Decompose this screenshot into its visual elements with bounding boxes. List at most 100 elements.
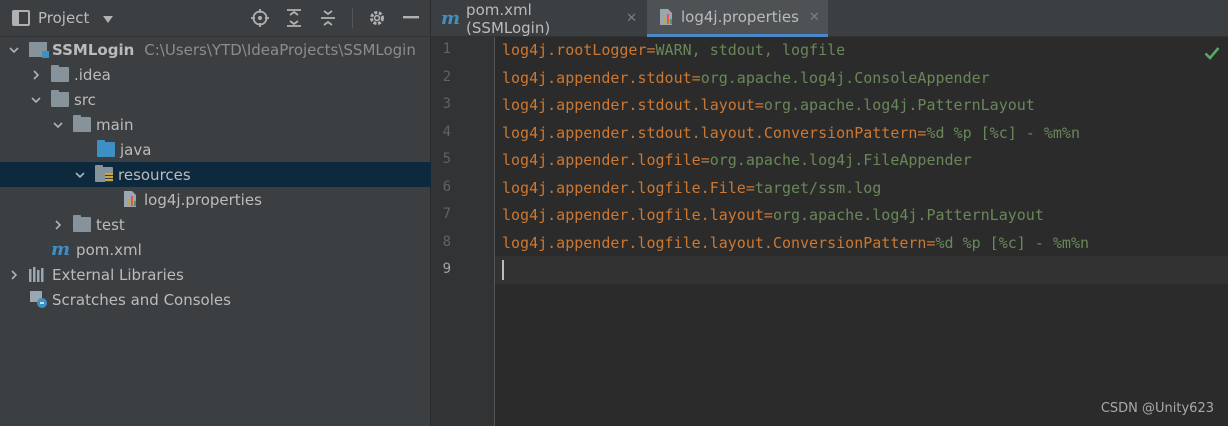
line-number: 7 xyxy=(442,206,451,222)
property-separator: = xyxy=(700,151,710,169)
project-title: Project xyxy=(38,9,90,27)
tree-item-label: test xyxy=(96,215,125,234)
tab-label: pom.xml (SSMLogin) xyxy=(466,0,551,37)
folder-icon xyxy=(73,215,91,232)
property-key: log4j.appender.stdout xyxy=(502,69,692,87)
tree-item-main[interactable]: main xyxy=(0,112,431,137)
close-icon[interactable]: ✕ xyxy=(626,11,637,26)
chevron-right-icon[interactable] xyxy=(9,269,19,280)
tab-label: log4j.properties xyxy=(681,8,799,26)
chevron-down-icon[interactable] xyxy=(31,95,41,105)
tree-item-label: src xyxy=(74,90,96,109)
tree-item-label: SSMLogin xyxy=(52,40,135,59)
chevron-down-icon xyxy=(103,15,114,23)
tab-log4j-properties[interactable]: log4j.properties ✕ xyxy=(647,0,828,37)
property-value: org.apache.log4j.PatternLayout xyxy=(763,96,1035,114)
toolbar-divider xyxy=(352,8,353,28)
resources-folder-icon xyxy=(95,165,113,182)
tree-item-label: java xyxy=(120,140,152,159)
code-line: log4j.appender.logfile=org.apache.log4j.… xyxy=(502,147,972,174)
close-icon[interactable]: ✕ xyxy=(809,10,820,25)
property-value: org.apache.log4j.FileAppender xyxy=(709,151,972,169)
collapse-all-icon[interactable] xyxy=(318,8,338,28)
property-value: %d %p [%c] - %m%n xyxy=(926,124,1080,142)
module-folder-icon xyxy=(29,42,49,58)
line-number: 4 xyxy=(442,124,451,140)
chevron-down-icon[interactable] xyxy=(75,170,85,180)
chevron-right-icon[interactable] xyxy=(31,69,41,80)
code-line: log4j.appender.logfile.File=target/ssm.l… xyxy=(502,175,881,202)
tree-item-path: C:\Users\YTD\IdeaProjects\SSMLogin xyxy=(144,40,416,59)
project-view-selector[interactable]: Project xyxy=(12,9,114,27)
watermark: CSDN @Unity623 xyxy=(1100,401,1214,416)
tree-item-label: main xyxy=(96,115,134,134)
maven-m-icon: m xyxy=(51,239,71,260)
tree-item-log4j-properties[interactable]: log4j.properties xyxy=(0,187,431,212)
line-number: 8 xyxy=(442,234,451,250)
line-number: 6 xyxy=(442,179,451,195)
tree-item-src[interactable]: src xyxy=(0,87,431,112)
tree-item-label: External Libraries xyxy=(52,265,184,284)
hide-panel-icon[interactable] xyxy=(401,8,421,28)
property-separator: = xyxy=(646,41,656,59)
tree-item-resources[interactable]: resources xyxy=(0,162,431,187)
folder-icon xyxy=(51,90,69,107)
tree-item-label: resources xyxy=(118,165,191,184)
tab-pom-xml[interactable]: m pom.xml (SSMLogin) ✕ xyxy=(431,0,647,37)
property-key: log4j.appender.logfile.File xyxy=(502,179,746,197)
maven-m-icon: m xyxy=(441,8,461,29)
tree-item-label: Scratches and Consoles xyxy=(52,290,231,309)
property-value: org.apache.log4j.ConsoleAppender xyxy=(700,69,990,87)
tree-item-label: log4j.properties xyxy=(144,190,262,209)
source-folder-icon xyxy=(97,140,115,157)
property-separator: = xyxy=(754,96,764,114)
tree-item-ssmlogin[interactable]: SSMLogin C:\Users\YTD\IdeaProjects\SSMLo… xyxy=(0,37,431,62)
tree-item-label: .idea xyxy=(74,65,111,84)
property-value: org.apache.log4j.PatternLayout xyxy=(772,206,1044,224)
property-separator: = xyxy=(691,69,701,87)
tree-item-scratches[interactable]: Scratches and Consoles xyxy=(0,287,431,312)
code-line: log4j.rootLogger=WARN, stdout, logfile xyxy=(502,37,845,64)
property-key: log4j.appender.logfile.layout.Conversion… xyxy=(502,234,927,252)
property-value: %d %p [%c] - %m%n xyxy=(935,234,1090,252)
line-number: 5 xyxy=(442,151,451,167)
line-number: 3 xyxy=(442,96,451,112)
tree-item-test[interactable]: test xyxy=(0,212,431,237)
folder-icon xyxy=(51,65,69,82)
property-value: WARN, stdout, logfile xyxy=(655,41,846,59)
gear-icon[interactable] xyxy=(367,8,387,28)
properties-file-icon xyxy=(121,191,139,207)
properties-file-icon xyxy=(657,8,675,26)
expand-all-icon[interactable] xyxy=(284,8,304,28)
editor-tab-bar: m pom.xml (SSMLogin) ✕ log4j.properties … xyxy=(431,0,1228,37)
property-key: log4j.appender.logfile xyxy=(502,151,701,169)
tree-item-external-libraries[interactable]: External Libraries xyxy=(0,262,431,287)
line-number: 1 xyxy=(442,41,451,57)
property-key: log4j.appender.stdout.layout xyxy=(502,96,755,114)
project-tool-window: Project SSMLogin C:\Users\YTD\IdeaProjec… xyxy=(0,0,431,426)
code-line: log4j.appender.logfile.layout=org.apache… xyxy=(502,202,1044,229)
property-separator: = xyxy=(763,206,773,224)
tree-item-label: pom.xml xyxy=(76,240,142,259)
tree-item-pom-xml[interactable]: m pom.xml xyxy=(0,237,431,262)
folder-icon xyxy=(73,115,91,132)
line-number: 9 xyxy=(442,261,451,277)
property-key: log4j.appender.stdout.layout.ConversionP… xyxy=(502,124,918,142)
code-editor[interactable]: log4j.rootLogger=WARN, stdout, logfile l… xyxy=(495,37,1228,426)
locate-target-icon[interactable] xyxy=(250,8,270,28)
libraries-icon xyxy=(29,267,47,282)
checkmark-icon[interactable] xyxy=(1204,45,1220,64)
project-header: Project xyxy=(0,0,431,37)
line-number-gutter[interactable]: 1 2 3 4 5 6 7 8 9 xyxy=(431,37,495,426)
code-line: log4j.appender.logfile.layout.Conversion… xyxy=(502,230,1089,257)
property-value: target/ssm.log xyxy=(754,179,882,197)
chevron-right-icon[interactable] xyxy=(53,219,63,230)
chevron-down-icon[interactable] xyxy=(9,45,19,55)
scratches-icon xyxy=(29,291,47,308)
property-key: log4j.rootLogger xyxy=(502,41,647,59)
code-line: log4j.appender.stdout=org.apache.log4j.C… xyxy=(502,65,990,92)
tree-item-java[interactable]: java xyxy=(0,137,431,162)
tree-item-idea[interactable]: .idea xyxy=(0,62,431,87)
text-cursor xyxy=(502,260,504,280)
chevron-down-icon[interactable] xyxy=(53,120,63,130)
